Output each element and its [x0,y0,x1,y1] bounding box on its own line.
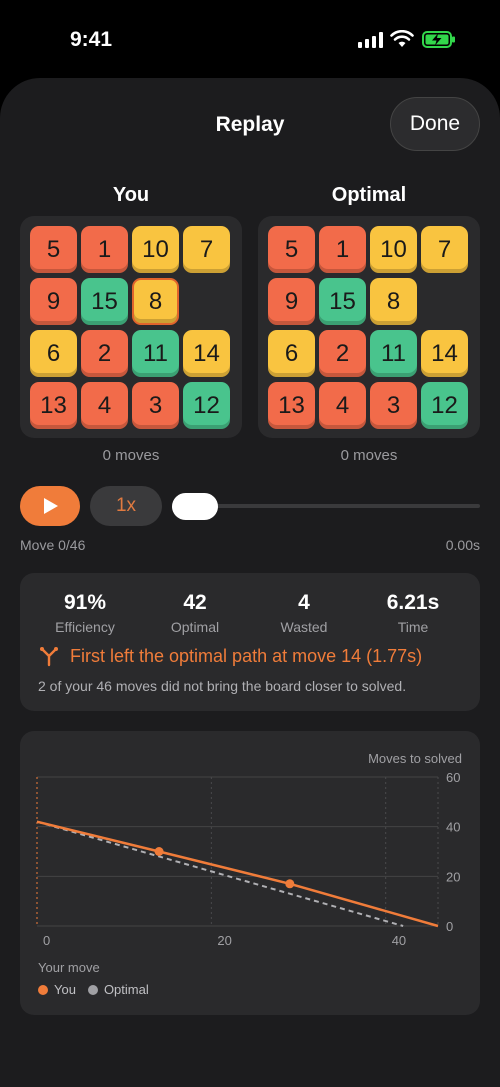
legend-item-you: You [38,982,76,997]
tile-13[interactable]: 13 [30,382,77,429]
optimal-moves-count: 0 moves [340,447,398,464]
stat-value: 42 [183,591,207,614]
playback-scrubber-thumb[interactable] [172,493,218,520]
y-tick-label: 20 [446,869,460,884]
x-axis-label: Your move [38,960,100,975]
status-time: 9:41 [70,28,113,51]
tile-14[interactable]: 14 [421,330,468,377]
tile-3[interactable]: 3 [370,382,417,429]
player-board: 5 1 10 7 9 15 8 6 2 11 14 13 4 3 12 [20,216,242,438]
move-counter: Move 0/46 [20,537,86,553]
status-bar: 9:41 [0,0,500,80]
tile-10[interactable]: 10 [370,226,417,273]
stat-wasted: 4 Wasted [249,591,359,635]
battery-charging-icon [422,31,455,48]
stat-value: 91% [63,591,107,614]
x-tick-label: 40 [392,933,406,948]
tile-12[interactable]: 12 [183,382,230,429]
tile-7[interactable]: 7 [421,226,468,273]
wasted-moves-note: 2 of your 46 moves did not bring the boa… [38,678,407,694]
series-line-you [36,820,439,928]
data-point-you [285,879,295,889]
series-line-optimal [36,820,404,927]
tile-15[interactable]: 15 [81,278,128,325]
stat-efficiency: 91% Efficiency [30,591,140,635]
y-axis-label: Moves to solved [368,751,462,766]
x-tick-label: 0 [43,933,50,948]
y-tick-label: 0 [446,919,453,934]
tile-2[interactable]: 2 [81,330,128,377]
speed-button[interactable]: 1x [90,486,162,526]
stat-time: 6.21s Time [358,591,468,635]
tile-4[interactable]: 4 [81,382,128,429]
tile-5[interactable]: 5 [30,226,77,273]
tile-6[interactable]: 6 [268,330,315,377]
stat-value: 4 [298,591,310,614]
playback-scrubber-track[interactable] [172,504,480,508]
legend-swatch [87,984,98,995]
legend-swatch [38,984,48,995]
done-button[interactable]: Done [390,97,480,151]
tile-1[interactable]: 1 [319,226,366,273]
tile-9[interactable]: 9 [30,278,77,325]
tile-8[interactable]: 8 [132,278,179,325]
stat-label: Efficiency [55,619,115,635]
tile-8[interactable]: 8 [370,278,417,325]
stat-value: 6.21s [386,591,440,614]
tile-3[interactable]: 3 [132,382,179,429]
stat-optimal: 42 Optimal [140,591,250,635]
data-point-you [154,847,164,856]
board-label-optimal: Optimal [331,184,407,206]
tile-7[interactable]: 7 [183,226,230,273]
tile-9[interactable]: 9 [268,278,315,325]
y-tick-label: 40 [446,820,460,835]
legend-item-optimal: Optimal [87,982,149,997]
stat-label: Optimal [170,619,220,635]
tile-6[interactable]: 6 [30,330,77,377]
wifi-icon [390,30,414,47]
play-button[interactable] [20,486,80,526]
tile-5[interactable]: 5 [268,226,315,273]
legend-label: You [54,982,76,997]
chart-legend: You Optimal [38,982,161,997]
tile-15[interactable]: 15 [319,278,366,325]
optimal-board: 5 1 10 7 9 15 8 6 2 11 14 13 4 3 12 [258,216,480,438]
tile-4[interactable]: 4 [319,382,366,429]
chart-card: 60 40 20 0 0 20 40 Moves to solved Your move Y… [20,731,480,1015]
legend-label: Optimal [103,982,149,997]
tile-10[interactable]: 10 [132,226,179,273]
elapsed-time: 0.00s [445,537,480,553]
deviation-message: First left the optimal path at move 14 (… [38,645,422,667]
play-icon [44,498,58,514]
tile-12[interactable]: 12 [421,382,468,429]
tile-14[interactable]: 14 [183,330,230,377]
x-tick-label: 20 [217,933,231,948]
y-tick-label: 60 [446,770,460,785]
tile-1[interactable]: 1 [81,226,128,273]
tile-2[interactable]: 2 [319,330,366,377]
stat-label: Wasted [280,619,328,635]
tile-13[interactable]: 13 [268,382,315,429]
cellular-signal-icon [358,32,383,48]
branch-icon [40,647,58,667]
tile-11[interactable]: 11 [132,330,179,377]
stats-card: 91% Efficiency 42 Optimal 4 Wasted 6.21s… [20,573,480,711]
tile-11[interactable]: 11 [370,330,417,377]
stat-label: Time [397,619,429,635]
board-label-you: You [112,184,150,206]
player-moves-count: 0 moves [102,447,160,464]
deviation-text: First left the optimal path at move 14 (… [70,645,423,666]
